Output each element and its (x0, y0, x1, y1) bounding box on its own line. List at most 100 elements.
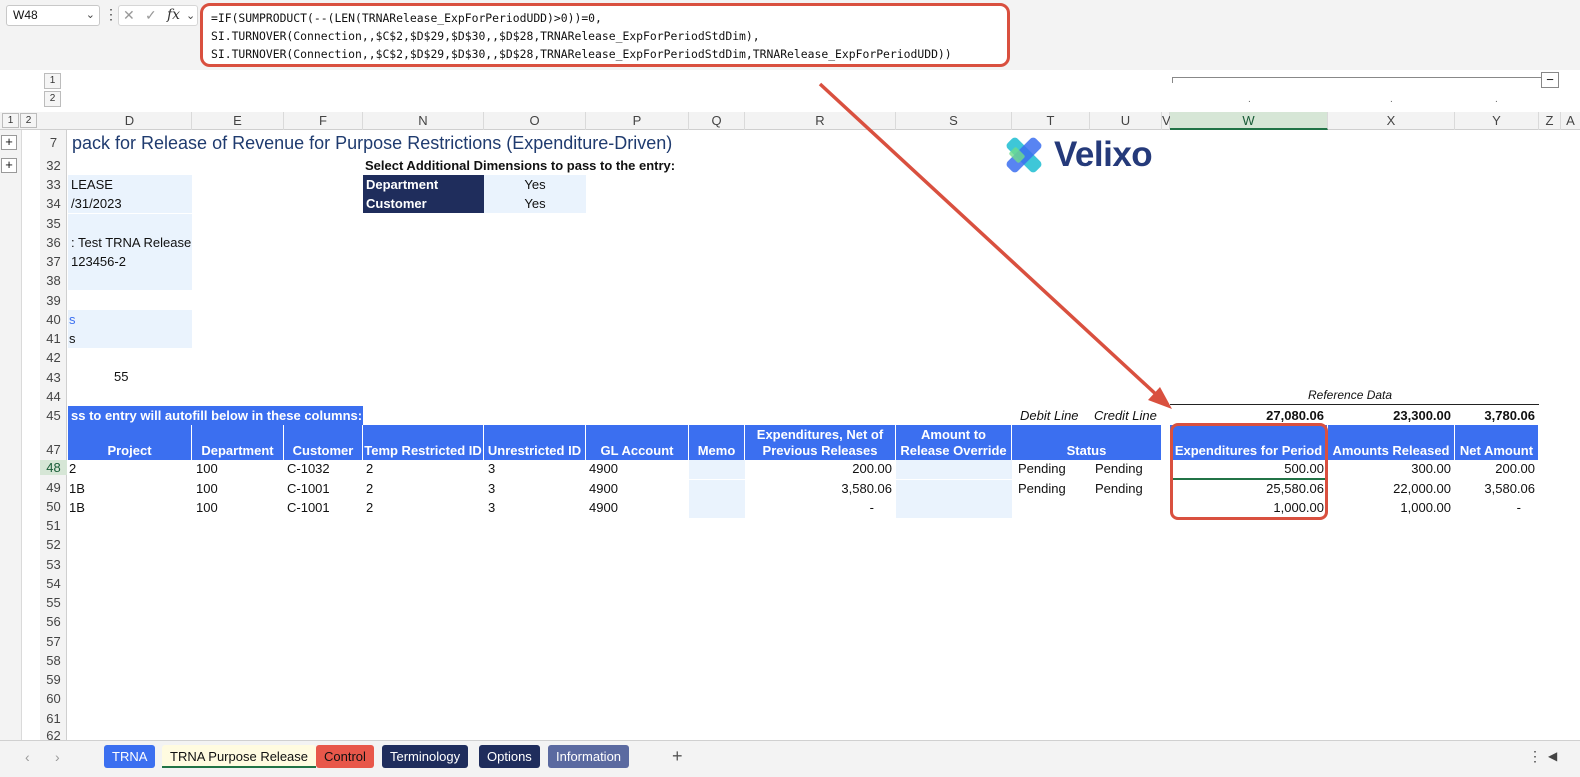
row-header[interactable]: 41 (40, 331, 67, 346)
cell-project[interactable]: 1B (69, 481, 85, 496)
row-header[interactable]: 40 (40, 312, 67, 327)
cell-memo[interactable] (689, 499, 745, 518)
dimension-value[interactable]: Yes (484, 194, 586, 213)
column-header-a[interactable]: A (1561, 112, 1580, 130)
row-header[interactable]: 47 (40, 442, 67, 457)
spreadsheet-grid[interactable]: pack for Release of Revenue for Purpose … (68, 130, 1580, 740)
more-options-icon[interactable]: ⋮ (1528, 748, 1542, 765)
row-header[interactable]: 58 (40, 653, 67, 668)
cell-exp-for-period[interactable]: 500.00 (1170, 461, 1328, 476)
row-header[interactable]: 54 (40, 576, 67, 591)
row-header[interactable]: 39 (40, 293, 67, 308)
cell-status-debit[interactable]: Pending (1018, 461, 1066, 476)
add-sheet-icon[interactable]: + (672, 746, 683, 767)
dimension-value[interactable]: Yes (484, 175, 586, 194)
name-box[interactable]: W48 ⌄ (6, 5, 100, 26)
cell-memo[interactable] (689, 480, 745, 499)
function-icon[interactable]: fx (167, 7, 180, 23)
column-header-d[interactable]: D (68, 112, 192, 130)
row-level-1-button[interactable]: 1 (2, 113, 19, 128)
column-level-1-button[interactable]: 1 (44, 73, 61, 89)
cell-memo[interactable] (689, 460, 745, 479)
cell-net-amount[interactable]: - (1455, 500, 1539, 515)
column-header-t[interactable]: T (1012, 112, 1090, 130)
column-header-r[interactable]: R (745, 112, 896, 130)
cell-amounts-released[interactable]: 300.00 (1328, 461, 1455, 476)
column-level-2-button[interactable]: 2 (44, 91, 61, 107)
cell-unrestricted[interactable]: 3 (488, 481, 495, 496)
expand-rows-button[interactable]: + (1, 135, 17, 150)
sheet-tab-control[interactable]: Control (316, 745, 374, 768)
column-header-y[interactable]: Y (1455, 112, 1539, 130)
row-header[interactable]: 57 (40, 634, 67, 649)
cell-amounts-released[interactable]: 22,000.00 (1328, 481, 1455, 496)
row-header[interactable]: 56 (40, 614, 67, 629)
row-level-2-button[interactable]: 2 (20, 113, 37, 128)
confirm-icon[interactable]: ✓ (145, 7, 157, 24)
expand-rows-button[interactable]: + (1, 158, 17, 173)
cell-department[interactable]: 100 (196, 461, 218, 476)
column-header-w[interactable]: W (1170, 112, 1328, 130)
row-header[interactable]: 33 (40, 177, 67, 192)
cell-status-credit[interactable]: Pending (1095, 461, 1143, 476)
row-header[interactable]: 43 (40, 370, 67, 385)
row-header[interactable]: 45 (40, 408, 67, 423)
cell-temp-restricted[interactable]: 2 (366, 461, 373, 476)
cell-department[interactable]: 100 (196, 500, 218, 515)
row-header[interactable]: 38 (40, 273, 67, 288)
previous-sheet-icon[interactable]: ‹ (25, 749, 30, 765)
more-options-icon[interactable]: ⋮ (104, 6, 118, 23)
row-header[interactable]: 61 (40, 711, 67, 726)
row-header[interactable]: 50 (40, 499, 67, 514)
cell-customer[interactable]: C-1001 (287, 481, 330, 496)
cell-net-amount[interactable]: 200.00 (1455, 461, 1539, 476)
row-header[interactable]: 59 (40, 672, 67, 687)
column-header-q[interactable]: Q (689, 112, 745, 130)
column-header-v[interactable]: V (1162, 112, 1171, 130)
column-header-o[interactable]: O (484, 112, 586, 130)
row-header[interactable]: 35 (40, 216, 67, 231)
value-cell[interactable]: 55 (114, 369, 128, 384)
cell-expenditures-net[interactable]: 200.00 (745, 461, 896, 476)
row-header[interactable]: 42 (40, 350, 67, 365)
input-cell[interactable]: 123456-2 (68, 252, 192, 271)
cell-gl-account[interactable]: 4900 (589, 461, 618, 476)
cell-unrestricted[interactable]: 3 (488, 500, 495, 515)
cell-status-credit[interactable]: Pending (1095, 481, 1143, 496)
cell-expenditures-net[interactable]: - (745, 500, 896, 515)
row-header[interactable]: 32 (40, 158, 67, 173)
row-header[interactable]: 49 (40, 480, 67, 495)
cell-status-debit[interactable]: Pending (1018, 481, 1066, 496)
cell-amounts-released[interactable]: 1,000.00 (1328, 500, 1455, 515)
cell-expenditures-net[interactable]: 3,580.06 (745, 481, 896, 496)
cell-customer[interactable]: C-1001 (287, 500, 330, 515)
cell-unrestricted[interactable]: 3 (488, 461, 495, 476)
input-cell[interactable]: : Test TRNA Release (68, 233, 192, 252)
row-header[interactable]: 48 (40, 460, 67, 475)
cell-gl-account[interactable]: 4900 (589, 500, 618, 515)
input-cell[interactable]: s (68, 310, 192, 329)
sheet-tab-information[interactable]: Information (548, 745, 630, 768)
cell-department[interactable]: 100 (196, 481, 218, 496)
scroll-left-icon[interactable]: ◀ (1548, 749, 1557, 763)
input-cell[interactable]: /31/2023 (68, 194, 192, 213)
row-header[interactable]: 36 (40, 235, 67, 250)
input-cell[interactable] (68, 271, 192, 290)
cell-exp-for-period[interactable]: 1,000.00 (1170, 500, 1328, 515)
row-header[interactable]: 53 (40, 557, 67, 572)
row-header[interactable]: 60 (40, 691, 67, 706)
column-header-s[interactable]: S (896, 112, 1012, 130)
cell-amount-override[interactable] (896, 480, 1012, 499)
cell-project[interactable]: 1B (69, 500, 85, 515)
row-header[interactable]: 7 (40, 135, 67, 150)
chevron-down-icon[interactable]: ⌄ (186, 9, 195, 22)
cell-temp-restricted[interactable]: 2 (366, 500, 373, 515)
column-header-x[interactable]: X (1328, 112, 1455, 130)
cell-net-amount[interactable]: 3,580.06 (1455, 481, 1539, 496)
row-header[interactable]: 37 (40, 254, 67, 269)
column-header-f[interactable]: F (284, 112, 363, 130)
cancel-icon[interactable]: ✕ (123, 7, 135, 24)
cell-exp-for-period[interactable]: 25,580.06 (1170, 481, 1328, 496)
sheet-tab-trna-purpose-release[interactable]: TRNA Purpose Release (162, 745, 317, 768)
sheet-tab-terminology[interactable]: Terminology (382, 745, 469, 768)
